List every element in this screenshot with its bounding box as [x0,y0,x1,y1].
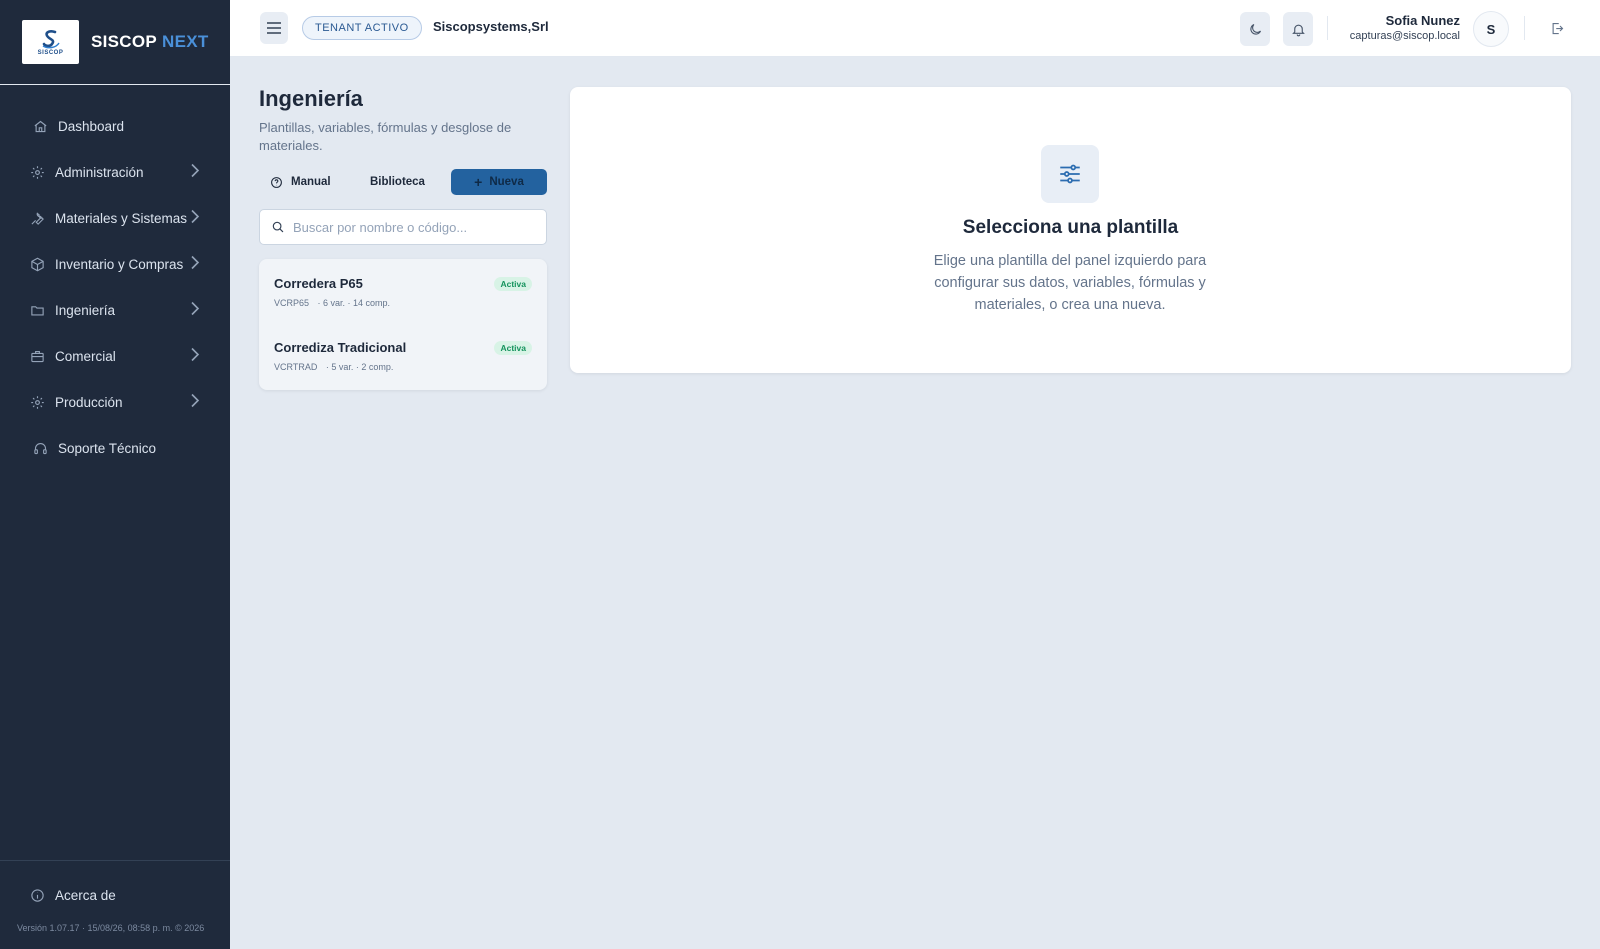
tenant-badge: TENANT ACTIVO [302,16,422,40]
sidebar-nav: Dashboard Administración Materiales y Si… [0,85,230,471]
sidebar-item-ingenieria[interactable]: Ingeniería [0,287,230,333]
brand-name-main: SISCOP [91,32,158,51]
sidebar-item-label: Producción [55,394,123,410]
template-code: VCRP65 [274,298,310,308]
chevron-right-icon [190,163,200,181]
search-input[interactable] [293,219,533,235]
sidebar-item-inventario[interactable]: Inventario y Compras [0,241,230,287]
sidebar-item-label: Administración [55,164,144,180]
library-label: Biblioteca [370,176,425,188]
header-divider [1524,16,1525,40]
about-link[interactable]: Acerca de [0,883,230,907]
logout-button[interactable] [1547,18,1567,38]
about-label: Acerca de [55,887,116,903]
template-code: VCRTRAD [274,362,318,372]
home-icon [31,117,49,135]
briefcase-icon [28,347,46,365]
template-meta: VCRP65 · 6 var. · 14 comp. [274,298,532,308]
sidebar-item-comercial[interactable]: Comercial [0,333,230,379]
avatar[interactable]: S [1473,11,1509,47]
template-name: Corredera P65 [274,276,363,291]
folder-icon [28,301,46,319]
wrench-icon [28,209,46,227]
sidebar-item-produccion[interactable]: Producción [0,379,230,425]
version-text: Versión 1.07.17 · 15/08/26, 08:58 p. m. … [17,923,205,933]
status-badge: Activa [494,341,532,355]
brand[interactable]: SISCOP SISCOP NEXT [0,0,230,85]
help-circle-icon [271,176,282,188]
sidebar: SISCOP SISCOP NEXT Dashboard Administraci… [0,0,230,949]
headset-icon [31,439,49,457]
sliders-icon [1041,145,1099,203]
library-button[interactable]: Biblioteca [370,169,425,195]
sidebar-item-label: Comercial [55,348,116,364]
status-badge: Activa [494,277,532,291]
detail-panel: Selecciona una plantilla Elige una plant… [570,87,1571,373]
template-counts: · 6 var. · 14 comp. [317,298,391,308]
template-meta: VCRTRAD · 5 var. · 2 comp. [274,362,532,372]
search-icon [272,221,284,233]
box-icon [28,255,46,273]
sidebar-item-administracion[interactable]: Administración [0,149,230,195]
sidebar-item-label: Soporte Técnico [58,440,157,456]
user-email: capturas@siscop.local [1349,30,1460,42]
chevron-right-icon [190,301,200,319]
tenant-name: Siscopsystems,Srl [433,19,549,34]
page-subtitle: Plantillas, variables, fórmulas y desglo… [259,120,512,153]
logo: SISCOP [22,20,79,64]
sidebar-item-materiales[interactable]: Materiales y Sistemas [0,195,230,241]
hamburger-icon [267,22,281,34]
sidebar-item-label: Materiales y Sistemas [55,210,188,226]
chevron-right-icon [190,347,200,365]
manual-label: Manual [291,176,331,188]
logo-text: SISCOP [37,49,64,56]
sidebar-item-soporte[interactable]: Soporte Técnico [0,425,230,471]
menu-toggle-button[interactable] [260,12,288,44]
sidebar-item-label: Ingeniería [55,302,116,318]
template-counts: · 5 var. · 2 comp. [325,362,394,372]
chevron-right-icon [190,393,200,411]
logout-icon [1552,22,1563,34]
sidebar-item-label: Dashboard [58,118,125,134]
top-header: TENANT ACTIVO Siscopsystems,Srl Sofia Nu… [230,0,1600,57]
moon-icon [1249,23,1261,35]
info-icon [28,886,46,904]
sidebar-footer: Acerca de Versión 1.07.17 · 15/08/26, 08… [0,860,230,949]
theme-toggle-button[interactable] [1240,12,1270,46]
siscop-logo-icon [42,29,60,48]
plus-icon: + [474,174,483,190]
chevron-right-icon [190,255,200,273]
gear-icon [28,163,46,181]
empty-state-description: Elige una plantilla del panel izquierdo … [933,253,1207,313]
template-name: Corrediza Tradicional [274,340,407,355]
bell-icon [1291,24,1305,36]
notifications-button[interactable] [1283,12,1313,46]
new-template-button[interactable]: + Nueva [451,169,547,195]
sidebar-item-label: Inventario y Compras [55,256,184,272]
brand-name-accent: NEXT [162,32,209,51]
sidebar-item-dashboard[interactable]: Dashboard [0,103,230,149]
gear-icon [28,393,46,411]
template-item[interactable]: Corredera P65 VCRP65 · 6 var. · 14 comp.… [274,276,532,308]
user-name: Sofia Nunez [1385,13,1460,28]
search-box[interactable] [259,209,547,245]
page-title: Ingeniería [259,86,363,111]
header-divider [1327,16,1328,40]
brand-name: SISCOP NEXT [91,32,209,52]
manual-button[interactable]: Manual [270,169,331,195]
empty-state-title: Selecciona una plantilla [962,217,1179,238]
template-list: Corredera P65 VCRP65 · 6 var. · 14 comp.… [259,259,547,390]
template-item[interactable]: Corrediza Tradicional VCRTRAD · 5 var. ·… [274,340,532,372]
chevron-right-icon [190,209,200,227]
new-label: Nueva [489,176,524,188]
